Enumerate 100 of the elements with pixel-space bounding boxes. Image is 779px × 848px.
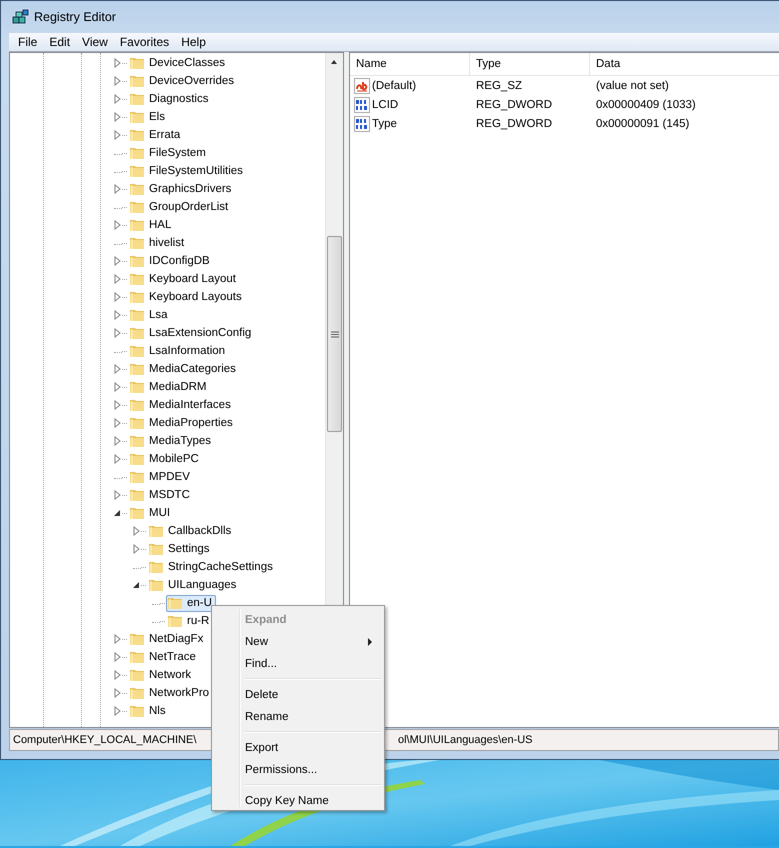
expand-arrow-icon[interactable] [113,310,122,320]
folder-icon [129,217,145,233]
expand-arrow-icon[interactable] [113,382,122,392]
expand-arrow-icon[interactable] [113,688,122,698]
expand-arrow-icon[interactable] [132,526,141,536]
column-header[interactable]: Type [470,53,590,75]
menu-item[interactable]: Favorites [118,35,180,49]
expand-arrow-icon[interactable] [113,400,122,410]
tree-item[interactable]: NetTrace [128,648,200,666]
expand-arrow-icon[interactable] [113,652,122,662]
scroll-thumb[interactable] [327,236,342,432]
expand-arrow-icon[interactable] [113,76,122,86]
tree-item[interactable]: ru-R [166,612,214,630]
tree-item[interactable]: GroupOrderList [128,198,232,216]
tree-item[interactable]: IDConfigDB [128,252,214,270]
expand-arrow-icon[interactable] [113,220,122,230]
menu-item[interactable]: Copy Key Name [214,790,382,812]
folder-icon [148,559,164,575]
tree-item[interactable]: Diagnostics [128,90,212,108]
column-header[interactable]: Name [350,53,470,75]
registry-cubes-icon [12,8,29,26]
tree-item[interactable]: LsaExtensionConfig [128,324,256,342]
string-value-icon [354,78,370,94]
tree-item[interactable]: GraphicsDrivers [128,180,236,198]
value-data: (value not set) [595,80,669,92]
value-name[interactable]: LCID [372,98,398,110]
tree-item[interactable]: Nls [128,702,170,720]
tree-item[interactable]: FileSystemUtilities [128,162,247,180]
tree-item[interactable]: DeviceOverrides [128,72,238,90]
tree-item[interactable]: MediaInterfaces [128,396,235,414]
expand-arrow-icon[interactable] [113,274,122,284]
expand-arrow-icon[interactable] [113,418,122,428]
tree-item[interactable]: HAL [128,216,176,234]
window-title: Registry Editor [34,10,116,24]
expand-arrow-icon[interactable] [113,670,122,680]
expand-arrow-icon[interactable] [113,634,122,644]
menu-item[interactable]: New [214,631,382,653]
folder-icon [129,253,145,269]
expand-arrow-icon[interactable] [113,454,122,464]
tree-item[interactable]: StringCacheSettings [147,558,277,576]
menu-item[interactable]: Export [214,737,382,759]
tree-item[interactable]: Errata [128,126,184,144]
menu-item[interactable]: Help [179,35,216,49]
expand-arrow-icon[interactable] [132,544,141,554]
expand-arrow-icon[interactable] [113,58,122,68]
tree-item[interactable]: CallbackDlls [147,522,236,540]
tree-item[interactable]: MediaProperties [128,414,237,432]
menu-item[interactable]: Permissions... [214,759,382,781]
folder-icon [129,181,145,197]
value-name[interactable]: Type [372,118,397,130]
expand-arrow-icon[interactable] [113,184,122,194]
tree-item[interactable]: MUI [128,504,174,522]
tree-item[interactable]: FileSystem [128,144,210,162]
tree-item[interactable]: NetworkPro [128,684,214,702]
folder-icon [129,505,145,521]
tree-item[interactable]: MobilePC [128,450,203,468]
folder-icon [148,577,164,593]
tree-item[interactable]: Keyboard Layout [128,270,240,288]
tree-item[interactable]: MSDTC [128,486,194,504]
menu-item[interactable]: Rename [214,706,382,728]
tree-item[interactable]: Network [128,666,196,684]
value-name[interactable]: (Default) [372,80,416,92]
expanded-arrow-icon[interactable] [113,508,122,518]
menu-item[interactable]: View [80,35,118,49]
expand-arrow-icon[interactable] [113,364,122,374]
tree-item[interactable]: Lsa [128,306,172,324]
folder-icon [129,235,145,251]
menu-item[interactable]: File [16,35,48,49]
tree-item[interactable]: Settings [147,540,214,558]
expand-arrow-icon[interactable] [113,112,122,122]
folder-icon [129,199,145,215]
expand-arrow-icon[interactable] [113,490,122,500]
tree-item[interactable]: hivelist [128,234,188,252]
menu-item[interactable]: Find... [214,653,382,675]
column-header[interactable]: Data [590,53,777,75]
expand-arrow-icon[interactable] [113,706,122,716]
tree-item[interactable]: en-U [166,594,216,612]
menu-item[interactable]: Edit [47,35,80,49]
tree-item[interactable]: MediaCategories [128,360,240,378]
tree-item[interactable]: MPDEV [128,468,194,486]
tree-item[interactable]: Els [128,108,169,126]
folder-icon [129,415,145,431]
expand-arrow-icon[interactable] [113,130,122,140]
menu-item[interactable]: Delete [214,684,382,706]
expand-arrow-icon[interactable] [113,94,122,104]
folder-icon [129,667,145,683]
tree-item[interactable]: DeviceClasses [128,54,230,72]
expand-arrow-icon[interactable] [113,292,122,302]
folder-icon [129,487,145,503]
status-path-text: ol\MUI\UILanguages\en-US [398,734,533,746]
expand-arrow-icon[interactable] [113,328,122,338]
tree-item[interactable]: Keyboard Layouts [128,288,246,306]
expand-arrow-icon[interactable] [113,256,122,266]
expanded-arrow-icon[interactable] [132,580,141,590]
expand-arrow-icon[interactable] [113,436,122,446]
tree-item[interactable]: MediaDRM [128,378,211,396]
tree-item[interactable]: LsaInformation [128,342,230,360]
tree-item[interactable]: MediaTypes [128,432,216,450]
tree-item[interactable]: UILanguages [147,576,240,594]
tree-item[interactable]: NetDiagFx [128,630,208,648]
